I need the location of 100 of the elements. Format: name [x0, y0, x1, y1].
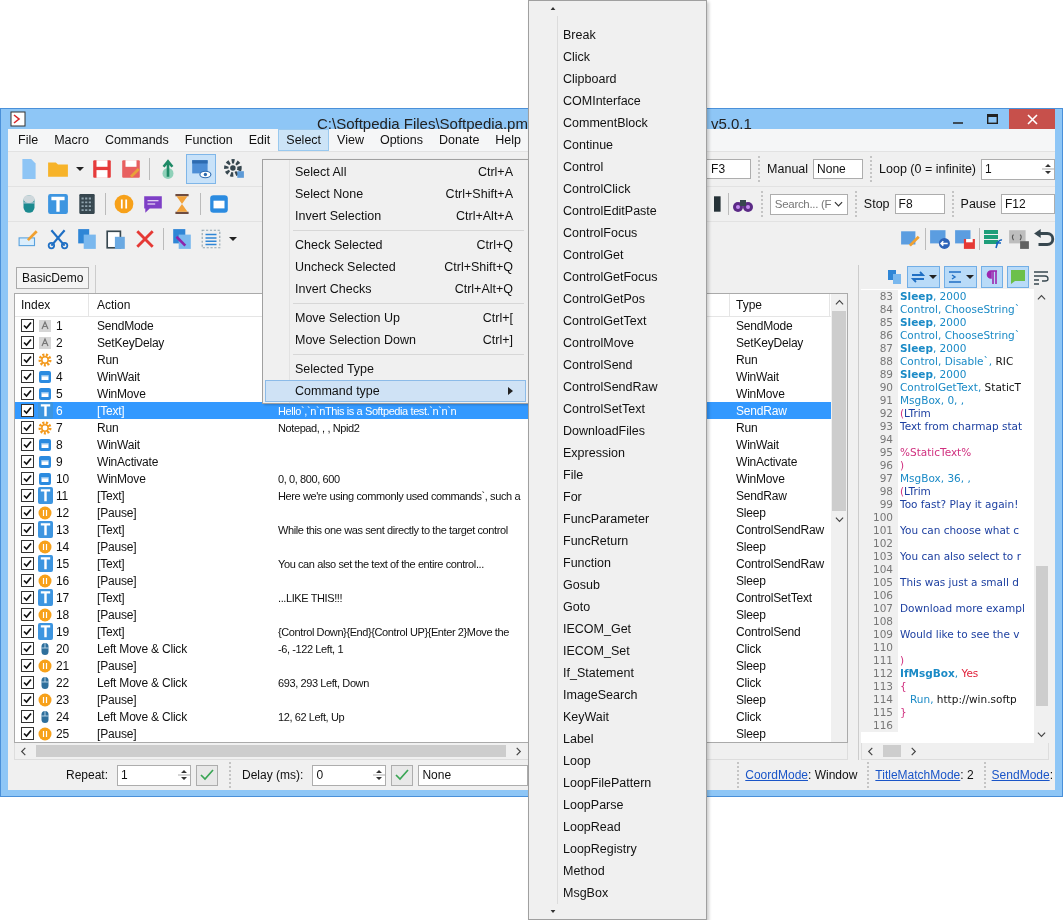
apply-button[interactable] [391, 764, 414, 786]
menu-item[interactable]: Goto [529, 596, 706, 618]
loop-toggle[interactable] [907, 266, 940, 288]
scroll-down-icon[interactable] [1037, 730, 1046, 739]
paste-icon[interactable] [105, 228, 127, 250]
menu-item[interactable]: Commands [96, 129, 177, 151]
menu-item[interactable]: Break [529, 24, 706, 46]
manual-field[interactable]: None [813, 159, 864, 179]
checkbox[interactable] [21, 387, 34, 400]
menu-item[interactable]: Click [529, 46, 706, 68]
checkbox[interactable] [21, 455, 34, 468]
preview-toggle[interactable] [186, 154, 216, 184]
window-back-icon[interactable] [929, 228, 951, 250]
scroll-thumb[interactable] [883, 745, 901, 757]
menu-item[interactable]: IECOM_Set [529, 640, 706, 662]
checkbox[interactable] [21, 727, 34, 740]
checkbox[interactable] [21, 693, 34, 706]
menu-item[interactable]: ControlGetText [529, 310, 706, 332]
save-icon[interactable] [91, 158, 113, 180]
checkbox[interactable] [21, 472, 34, 485]
scroll-down-icon[interactable] [834, 515, 844, 524]
menu-item[interactable]: File [529, 464, 706, 486]
checkbox[interactable] [21, 370, 34, 383]
menu-item[interactable]: LoopFilePattern [529, 772, 706, 794]
indent-toggle[interactable] [944, 266, 977, 288]
mode-combo[interactable]: None [418, 764, 529, 786]
scroll-up-icon[interactable] [834, 298, 844, 307]
scroll-down-icon[interactable] [549, 910, 557, 913]
menu-item[interactable]: Clipboard [529, 68, 706, 90]
scroll-thumb[interactable] [36, 745, 506, 757]
menu-item[interactable]: For [529, 486, 706, 508]
loop-field[interactable]: 1 [981, 158, 1055, 180]
checkbox[interactable] [21, 591, 34, 604]
menu-item[interactable]: Macro [46, 129, 97, 151]
menu-item[interactable]: Select All Ctrl+A [265, 161, 526, 183]
menu-item[interactable]: Edit [240, 129, 279, 151]
menu-item[interactable]: ControlMove [529, 332, 706, 354]
window-icon[interactable] [208, 193, 230, 215]
menu-item[interactable]: Invert Selection Ctrl+Alt+A [265, 205, 526, 227]
menu-item[interactable]: ControlSendRaw [529, 376, 706, 398]
menu-item[interactable]: ControlClick [529, 178, 706, 200]
checkbox[interactable] [21, 557, 34, 570]
comment-toggle[interactable] [1007, 266, 1029, 288]
list-icon[interactable] [200, 228, 222, 250]
menu-item[interactable]: Continue [529, 134, 706, 156]
menu-item[interactable]: Selected Type [265, 358, 526, 380]
menu-item[interactable]: Function [176, 129, 241, 151]
menu-item[interactable]: LoopRead [529, 816, 706, 838]
tab[interactable]: BasicDemo [16, 267, 90, 289]
apply-button[interactable] [196, 764, 219, 786]
menu-item[interactable]: Method [529, 860, 706, 882]
scroll-up-icon[interactable] [1037, 293, 1046, 302]
pilcrow-toggle[interactable] [981, 266, 1003, 288]
checkbox[interactable] [21, 676, 34, 689]
menu-item[interactable]: Uncheck Selected Ctrl+Shift+Q [265, 256, 526, 278]
word-wrap-icon[interactable] [1033, 269, 1049, 285]
menu-item[interactable]: Expression [529, 442, 706, 464]
window-save-icon[interactable] [954, 228, 976, 250]
speech-bubble-icon[interactable] [142, 193, 164, 215]
variable-lock-icon[interactable] [1008, 228, 1030, 250]
menu-item[interactable]: Command type [265, 380, 526, 402]
menu-item[interactable]: Select None Ctrl+Shift+A [265, 183, 526, 205]
menu-item[interactable]: Gosub [529, 574, 706, 596]
menu-item[interactable]: KeyWait [529, 706, 706, 728]
stop-hotkey-field[interactable]: F8 [894, 194, 945, 214]
menu-item[interactable]: Select [278, 129, 330, 151]
delete-icon[interactable] [134, 228, 156, 250]
function-database-icon[interactable] [983, 228, 1005, 250]
scroll-left-icon[interactable] [866, 746, 875, 756]
letter-t-icon[interactable] [47, 193, 69, 215]
column-header[interactable]: Index [15, 294, 89, 316]
menu-item[interactable]: LoopParse [529, 794, 706, 816]
menu-item[interactable]: LoopRegistry [529, 838, 706, 860]
scroll-right-icon[interactable] [514, 746, 523, 756]
menu-item[interactable]: COMInterface [529, 90, 706, 112]
checkbox[interactable] [21, 540, 34, 553]
menu-item[interactable]: ControlEditPaste [529, 200, 706, 222]
scrollbar[interactable] [861, 743, 1049, 760]
pause-hotkey-field[interactable]: F12 [1001, 194, 1055, 214]
checkbox[interactable] [21, 608, 34, 621]
gear-icon[interactable] [223, 158, 245, 180]
checkbox[interactable] [21, 523, 34, 536]
menu-item[interactable]: Function [529, 552, 706, 574]
menu-item[interactable]: Loop [529, 750, 706, 772]
copy-icon[interactable] [76, 228, 98, 250]
checkbox[interactable] [21, 353, 34, 366]
menu-item[interactable]: Move Selection Down Ctrl+] [265, 329, 526, 351]
menu-item[interactable]: CommentBlock [529, 112, 706, 134]
repeat-field[interactable]: 1 [117, 764, 192, 786]
menu-item[interactable]: ControlGetPos [529, 288, 706, 310]
search-combo[interactable]: Search... (F [769, 193, 848, 215]
menu-item[interactable]: ControlFocus [529, 222, 706, 244]
menu-item[interactable]: ImageSearch [529, 684, 706, 706]
copy-window-icon[interactable] [171, 228, 193, 250]
setting-link[interactable]: CoordMode [745, 768, 808, 782]
checkbox[interactable] [21, 574, 34, 587]
checkbox[interactable] [21, 319, 34, 332]
keypad-icon[interactable] [76, 193, 98, 215]
checkbox[interactable] [21, 404, 34, 417]
checkbox[interactable] [21, 421, 34, 434]
